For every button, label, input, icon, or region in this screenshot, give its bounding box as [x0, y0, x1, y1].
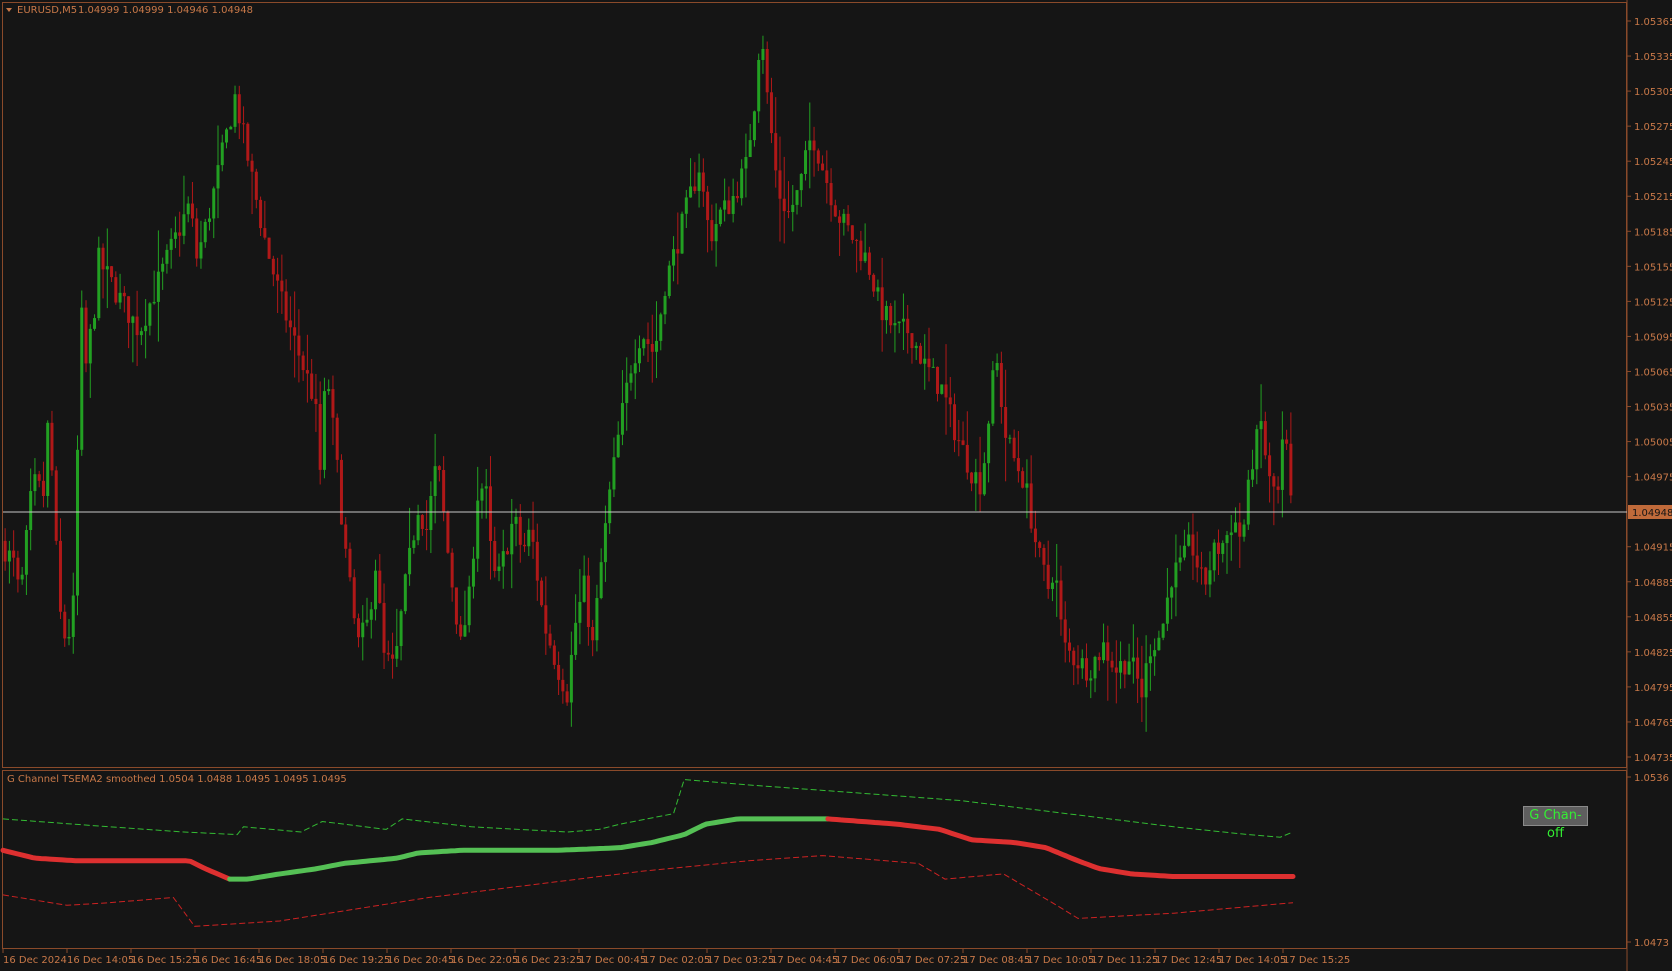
candle — [718, 207, 722, 227]
price-tick-label: 1.04975 — [1634, 473, 1672, 484]
indicator-label: G Channel TSEMA2 smoothed 1.0504 1.0488 … — [7, 774, 347, 785]
chart-background — [0, 0, 1672, 971]
indicator-tick-label: 1.0536 — [1634, 773, 1669, 784]
candle — [76, 435, 80, 616]
candle — [84, 300, 88, 373]
candle — [667, 260, 671, 299]
candle — [680, 211, 684, 254]
time-tick-label: 17 Dec 12:45 — [1155, 955, 1222, 966]
candle — [46, 420, 50, 508]
candle — [403, 573, 407, 615]
candle — [54, 466, 58, 545]
price-tick-label: 1.05305 — [1634, 87, 1672, 98]
candle — [80, 290, 84, 456]
time-tick-label: 16 Dec 19:25 — [323, 955, 390, 966]
time-tick-label: 17 Dec 08:45 — [963, 955, 1030, 966]
current-price-label: 1.04948 — [1632, 508, 1672, 519]
time-tick-label: 17 Dec 10:05 — [1027, 955, 1094, 966]
price-tick-label: 1.04915 — [1634, 543, 1672, 554]
price-tick-label: 1.05065 — [1634, 367, 1672, 378]
candle — [991, 361, 995, 427]
time-tick-label: 16 Dec 20:45 — [387, 955, 454, 966]
price-tick-label: 1.04735 — [1634, 753, 1672, 764]
time-tick-label: 17 Dec 14:05 — [1219, 955, 1286, 966]
price-tick-label: 1.05275 — [1634, 122, 1672, 133]
candle — [352, 569, 356, 625]
time-tick-label: 16 Dec 18:05 — [259, 955, 326, 966]
time-tick-label: 17 Dec 04:45 — [771, 955, 838, 966]
price-tick-label: 1.04825 — [1634, 648, 1672, 659]
price-tick-label: 1.04855 — [1634, 613, 1672, 624]
time-tick-label: 16 Dec 23:25 — [515, 955, 582, 966]
candle — [322, 377, 326, 479]
price-tick-label: 1.05035 — [1634, 403, 1672, 414]
price-tick-label: 1.05245 — [1634, 157, 1672, 168]
candle — [267, 237, 271, 259]
price-tick-label: 1.05095 — [1634, 332, 1672, 343]
candle — [918, 342, 922, 365]
candle — [940, 384, 944, 395]
time-tick-label: 16 Dec 16:45 — [195, 955, 262, 966]
time-tick-label: 16 Dec 2024 — [3, 955, 67, 966]
candle — [246, 122, 250, 167]
price-tick-label: 1.05215 — [1634, 192, 1672, 203]
candle — [540, 577, 544, 608]
price-tick-label: 1.05005 — [1634, 438, 1672, 449]
price-tick-label: 1.05335 — [1634, 52, 1672, 63]
price-tick-label: 1.05125 — [1634, 297, 1672, 308]
candle — [339, 454, 343, 525]
symbol-label: EURUSD,M5 — [17, 5, 77, 16]
price-tick-label: 1.04765 — [1634, 718, 1672, 729]
time-tick-label: 17 Dec 15:25 — [1283, 955, 1350, 966]
price-tick-label: 1.04795 — [1634, 683, 1672, 694]
time-tick-label: 16 Dec 22:05 — [451, 955, 518, 966]
price-tick-label: 1.05365 — [1634, 17, 1672, 28]
time-tick-label: 17 Dec 07:25 — [899, 955, 966, 966]
time-tick-label: 17 Dec 00:45 — [579, 955, 646, 966]
time-tick-label: 17 Dec 02:05 — [643, 955, 710, 966]
time-tick-label: 17 Dec 03:25 — [707, 955, 774, 966]
time-tick-label: 16 Dec 15:25 — [131, 955, 198, 966]
g-chan-toggle-button[interactable]: G Chan-off — [1523, 806, 1588, 841]
ohlc-values: 1.04999 1.04999 1.04946 1.04948 — [78, 5, 253, 16]
price-tick-label: 1.05185 — [1634, 227, 1672, 238]
time-tick-label: 17 Dec 06:05 — [835, 955, 902, 966]
candle — [97, 236, 101, 321]
price-tick-label: 1.05155 — [1634, 262, 1672, 273]
candle — [446, 510, 450, 554]
time-tick-label: 17 Dec 11:25 — [1091, 955, 1158, 966]
indicator-tick-label: 1.0473 — [1634, 938, 1669, 949]
price-chart[interactable]: 1.05365 1.05335 1.05305 1.05275 1.05245 1.052… — [0, 0, 1672, 971]
time-tick-label: 16 Dec 14:05 — [67, 955, 134, 966]
price-tick-label: 1.04885 — [1634, 578, 1672, 589]
candle — [1161, 623, 1165, 641]
